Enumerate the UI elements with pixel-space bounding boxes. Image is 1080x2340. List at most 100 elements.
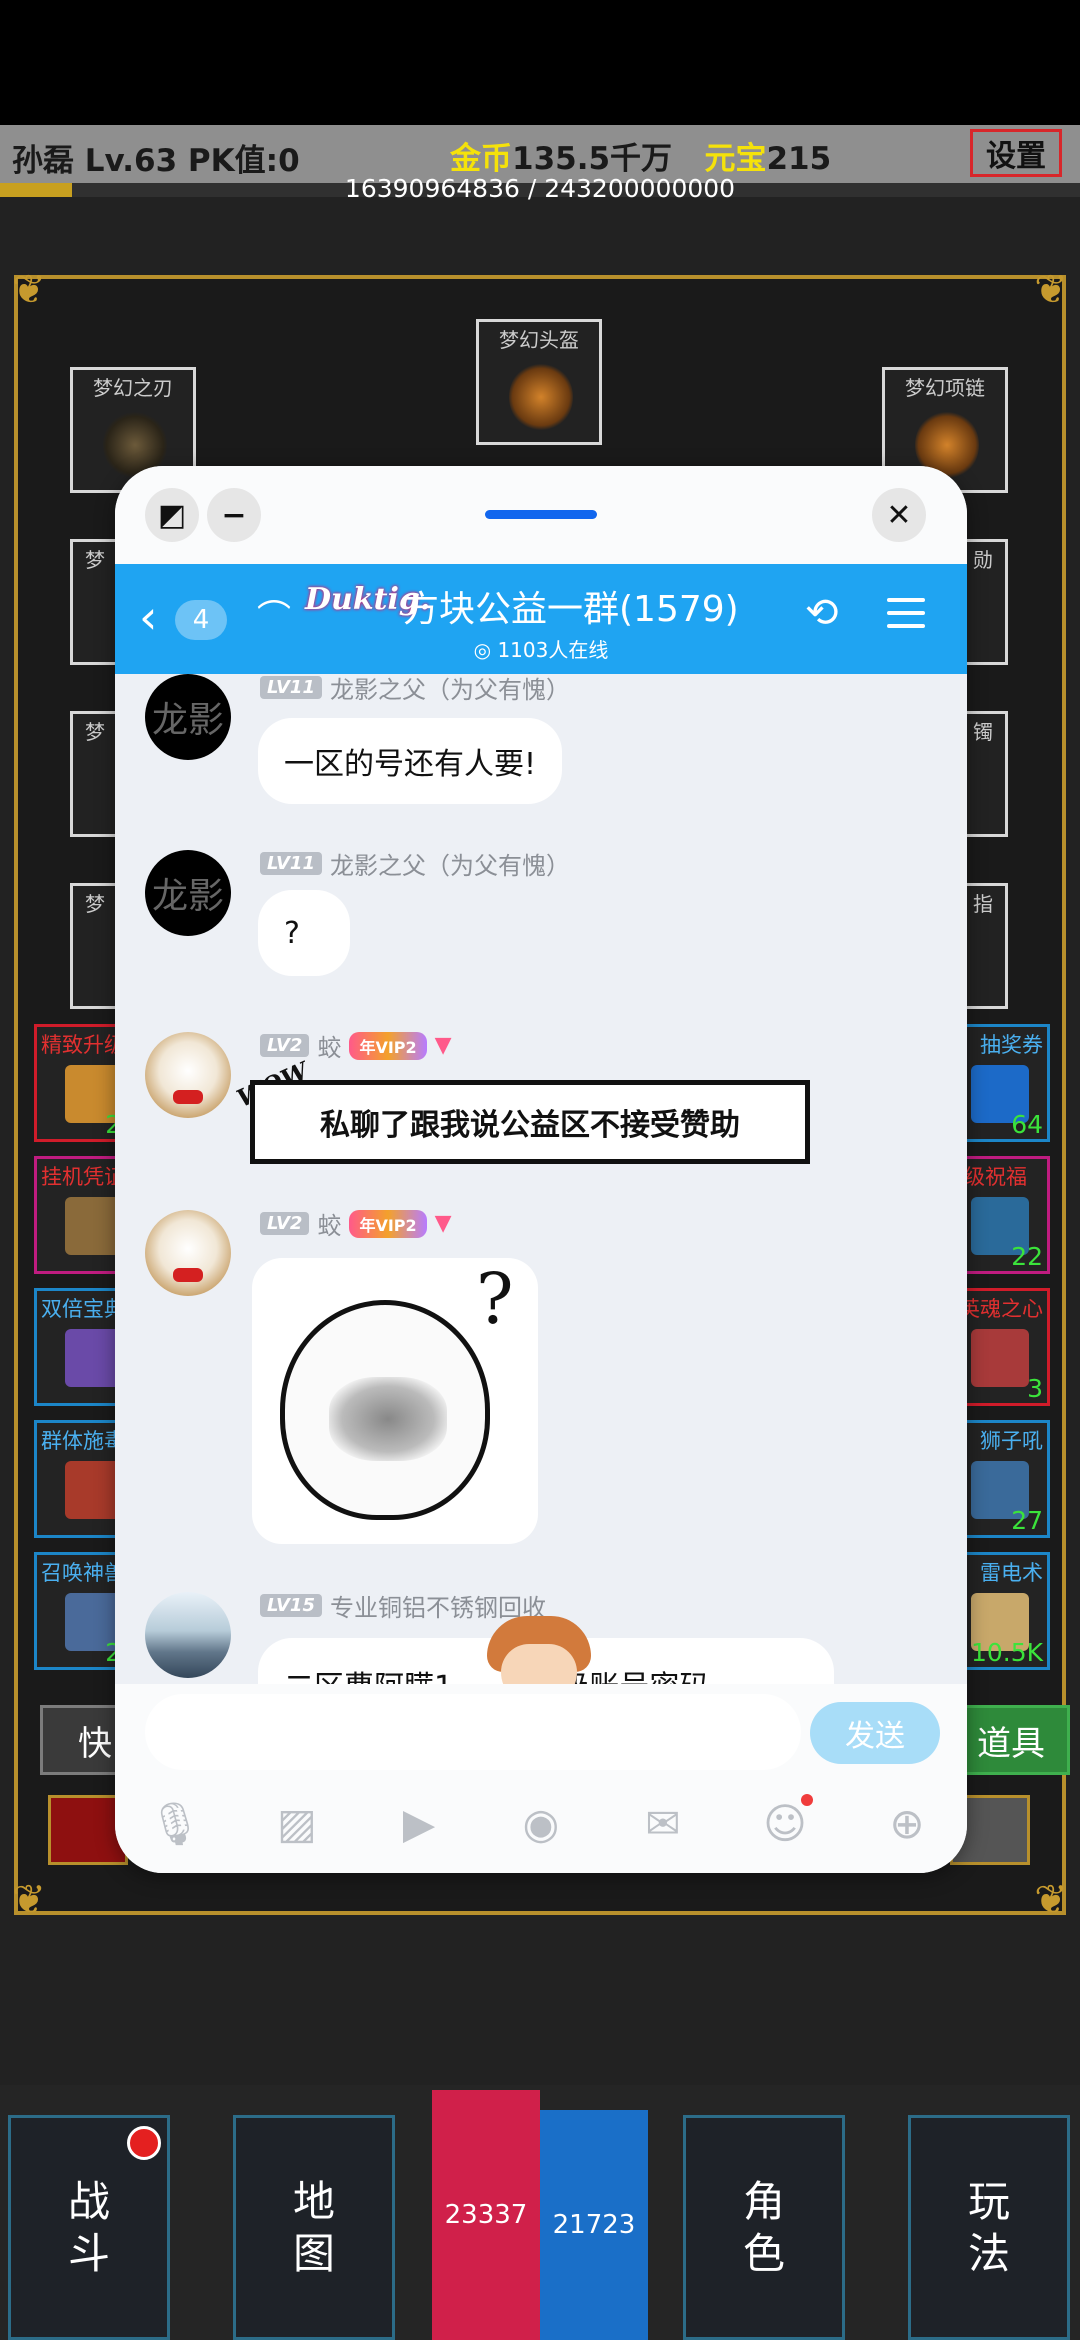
close-icon: ✕ [886,497,912,533]
drag-handle[interactable] [485,510,597,519]
sender-name[interactable]: 龙影之父（为父有愧） [330,674,570,705]
helmet-icon [509,362,573,432]
necklace-slot-label: 梦幻项链 [905,376,985,400]
avatar[interactable]: 龙影 [145,850,231,936]
online-count-text: 1103人在线 [497,638,609,662]
group-chat-window: ◩ − ✕ ‹ 4 ⌒ Duktig. 方块公益一群(1579) ◎ 1103人… [115,466,967,1873]
minimize-icon: − [221,497,247,533]
question-mark: ? [476,1258,514,1340]
message-list[interactable]: 龙影 LV11 龙影之父（为父有愧） 一区的号还有人要! 龙影 LV11 龙影之父（… [115,674,967,1684]
exp-text: 16390964836 / 243200000000 [344,174,736,203]
avatar[interactable] [145,1592,231,1678]
tab-battle-label: 战斗 [67,2176,110,2278]
sender-name[interactable]: 龙影之父（为父有愧） [330,846,570,881]
equipment-slot-label: 勋 [973,548,993,572]
emoji-icon[interactable]: ☺ [755,1794,815,1854]
equipment-slot-label: 梦 [85,892,105,916]
gold-value: 135.5千万 [512,141,673,177]
status-bar [0,0,1080,125]
helmet-slot[interactable]: 梦幻头盔 [476,319,602,445]
item-name: 抽奖券 [980,1033,1043,1057]
item-name: 雷电术 [980,1561,1043,1585]
composer-toolbar: 🎙 ▨ ▶ ◉ ✉ ☺ ⊕ [115,1794,967,1854]
item-name: 精致升级 [41,1033,125,1057]
avatar[interactable]: 龙影 [145,674,231,760]
image-icon[interactable]: ▨ [267,1794,327,1854]
equipment-slot-label: 梦 [85,548,105,572]
message-meta: LV11 龙影之父（为父有愧） [260,846,570,881]
equipment-slot[interactable]: 梦 [70,539,120,665]
message-bubble[interactable]: 私聊了跟我说公益区不接受赞助 [250,1080,810,1164]
ornament-corner-icon: ❦ [12,1877,46,1923]
hp-blue-bar: 21723 [540,2110,648,2340]
avatar[interactable] [145,1032,231,1118]
level-badge: LV2 [260,1034,310,1057]
item-count: 22 [1011,1242,1043,1271]
share-icon[interactable]: ⟲ [805,590,839,636]
sender-name[interactable]: 蛟 [317,1206,341,1241]
minimize-button[interactable]: − [207,488,261,542]
ornament-corner-icon: ❦ [1034,267,1068,313]
level-badge: LV11 [260,852,322,875]
item-count: 3 [1027,1374,1043,1403]
fullscreen-button[interactable]: ◩ [145,488,199,542]
hp-red-bar: 23337 [432,2090,540,2340]
tab-role-label: 角色 [742,2176,785,2278]
message-input[interactable] [145,1694,801,1770]
message-text: 私聊了跟我说公益区不接受赞助 [320,1108,740,1143]
tab-play-label: 玩法 [967,2176,1010,2278]
emoji-notification-dot [801,1794,813,1806]
tab-battle[interactable]: 战斗 [8,2115,170,2340]
diamond-icon: ▼ [434,1033,452,1058]
item-name: 群体施毒 [41,1429,125,1453]
helmet-slot-label: 梦幻头盔 [499,328,579,352]
equipment-slot[interactable]: 梦 [70,711,120,837]
item-name: 狮子吼 [980,1429,1043,1453]
ear-icon[interactable]: ⌒ [257,590,291,639]
tab-map[interactable]: 地图 [233,2115,395,2340]
message-composer: 发送 🎙 ▨ ▶ ◉ ✉ ☺ ⊕ [115,1684,967,1873]
ornament-corner-icon: ❦ [1034,1877,1068,1923]
sender-name[interactable]: 蛟 [317,1028,341,1063]
level-badge: LV11 [260,676,322,699]
close-button[interactable]: ✕ [872,488,926,542]
video-icon[interactable]: ▶ [389,1794,449,1854]
item-name: 英魂之心 [959,1297,1043,1321]
menu-icon[interactable] [887,598,925,637]
settings-button[interactable]: 设置 [970,129,1062,177]
item-count: 27 [1011,1506,1043,1535]
equipment-slot-label: 梦 [85,720,105,744]
plus-icon[interactable]: ⊕ [877,1794,937,1854]
vip-badge: 年VIP2 [349,1031,427,1060]
item-count: 64 [1011,1110,1043,1139]
avatar[interactable] [145,1210,231,1296]
tab-map-label: 地图 [292,2176,335,2278]
message-bubble[interactable]: ? [258,890,350,976]
item-count: 10.5K [970,1638,1043,1667]
message-text: ? [284,915,300,951]
yuanbao-label: 元宝 [704,141,767,177]
online-count: ◎ 1103人在线 [473,638,609,662]
vip-badge: 年VIP2 [349,1209,427,1238]
props-button[interactable]: 道具 [952,1705,1070,1775]
group-title[interactable]: 方块公益一群(1579) [403,580,739,632]
blade-slot-label: 梦幻之刃 [93,376,173,400]
hp-blue-value: 21723 [552,2210,636,2240]
camera-icon[interactable]: ◉ [511,1794,571,1854]
red-packet-icon[interactable]: ✉ [633,1794,693,1854]
ornament-corner-icon: ❦ [12,267,46,313]
item-icon [971,1329,1029,1387]
equipment-slot-label: 指 [973,892,993,916]
send-button[interactable]: 发送 [810,1702,940,1764]
level-badge: LV15 [260,1594,322,1617]
level-badge: LV2 [260,1212,310,1235]
sticker-image[interactable]: ? [252,1258,538,1544]
chat-header: ‹ 4 ⌒ Duktig. 方块公益一群(1579) ◎ 1103人在线 ⟲ [115,564,967,674]
avatar-text: 龙影 [151,876,224,917]
tab-role[interactable]: 角色 [683,2115,845,2340]
message-bubble[interactable]: 一区的号还有人要! [258,718,563,804]
tab-play[interactable]: 玩法 [908,2115,1070,2340]
equipment-slot[interactable]: 梦 [70,883,120,1009]
item-name: 双倍宝典 [41,1297,125,1321]
microphone-icon[interactable]: 🎙 [145,1794,205,1854]
